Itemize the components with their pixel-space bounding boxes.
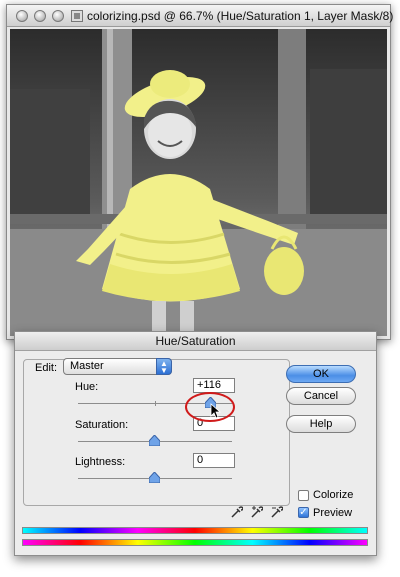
cancel-button[interactable]: Cancel [286,387,356,405]
edit-select-value: Master [70,360,104,372]
pointer-cursor-icon [210,403,222,419]
close-icon[interactable] [16,10,28,22]
saturation-slider-thumb[interactable] [149,435,160,446]
preview-checkbox[interactable]: ✓ [298,507,309,518]
document-proxy-icon[interactable] [71,10,83,22]
colorize-checkbox[interactable] [298,490,309,501]
colorize-label: Colorize [313,489,354,501]
photo-canvas[interactable] [10,29,387,336]
adjustment-group [23,359,290,506]
dialog-titlebar[interactable]: Hue/Saturation [15,332,376,351]
document-window: colorizing.psd @ 66.7% (Hue/Saturation 1… [6,4,394,340]
help-button[interactable]: Help [286,415,356,433]
source-spectrum-bar [22,527,368,534]
eyedropper-plus-icon[interactable] [251,506,264,518]
select-arrows-icon: ▲ ▼ [156,358,172,375]
lightness-slider-thumb[interactable] [149,472,160,483]
edit-label: Edit: [35,362,58,374]
colorized-photo [10,29,387,336]
hue-label: Hue: [75,381,99,393]
document-titlebar[interactable]: colorizing.psd @ 66.7% (Hue/Saturation 1… [7,5,394,27]
zoom-icon[interactable] [52,10,64,22]
window-title: colorizing.psd @ 66.7% (Hue/Saturation 1… [87,9,394,23]
saturation-label: Saturation: [75,419,129,431]
result-spectrum-bar [22,539,368,546]
hue-slider-center-tick [155,401,156,406]
edit-channel-select[interactable]: Master ▲ ▼ [63,358,172,375]
ok-button[interactable]: OK [286,365,356,383]
eyedropper-minus-icon[interactable] [271,506,284,518]
lightness-value-field[interactable]: 0 [193,453,235,468]
eyedropper-icon[interactable] [231,506,244,518]
preview-label: Preview [313,507,353,519]
hue-value-field[interactable]: +116 [193,378,235,393]
minimize-icon[interactable] [34,10,46,22]
lightness-label: Lightness: [75,456,126,468]
